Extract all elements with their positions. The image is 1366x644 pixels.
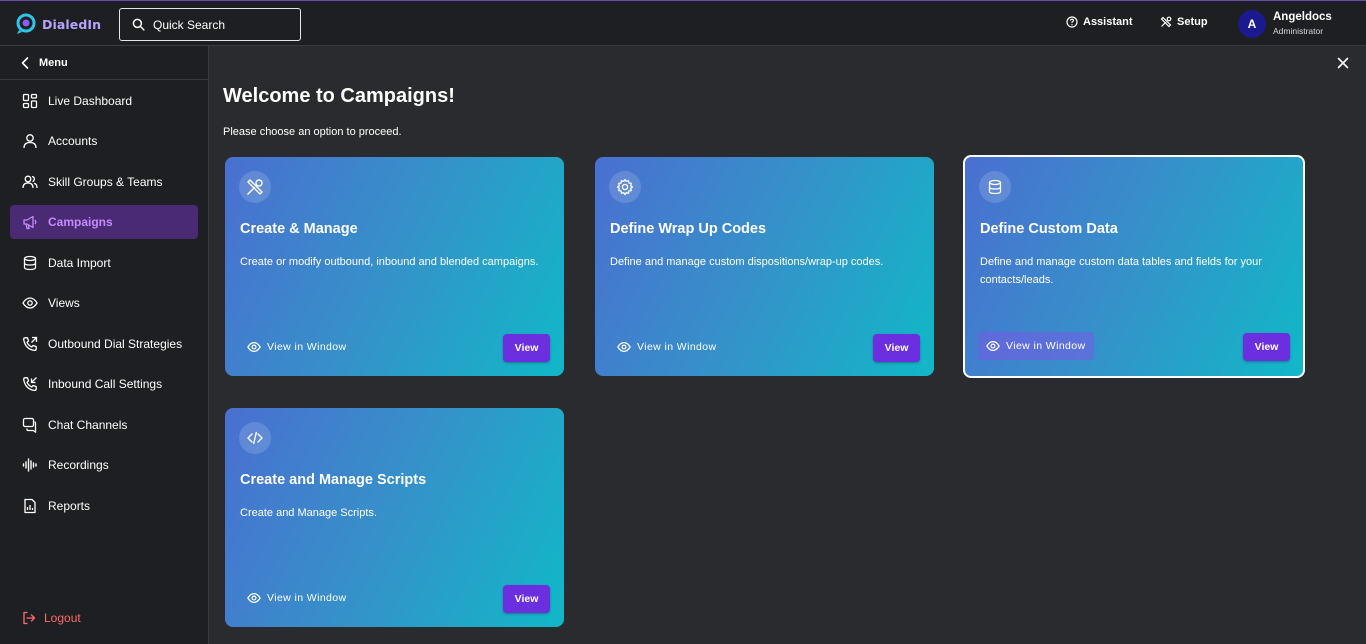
user-icon xyxy=(23,134,37,149)
card-scripts[interactable]: Create and Manage Scripts Create and Man… xyxy=(225,408,564,627)
sidebar-item-skill-groups[interactable]: Skill Groups & Teams xyxy=(10,165,198,199)
card-icon-wrap xyxy=(239,422,271,454)
card-icon-wrap xyxy=(979,171,1011,203)
view-button[interactable]: View xyxy=(1243,333,1290,361)
view-in-window-button[interactable]: View in Window xyxy=(978,332,1094,360)
sidebar-item-accounts[interactable]: Accounts xyxy=(10,124,198,158)
sidebar-item-data-import[interactable]: Data Import xyxy=(10,246,198,280)
eye-icon xyxy=(247,342,261,352)
tools-icon xyxy=(247,179,263,195)
sidebar-item-label: Chat Channels xyxy=(48,418,128,432)
eye-icon xyxy=(22,297,38,309)
card-icon-wrap xyxy=(609,171,641,203)
sidebar-item-live-dashboard[interactable]: Live Dashboard xyxy=(10,84,198,118)
avatar[interactable]: A xyxy=(1238,10,1266,38)
sidebar-item-views[interactable]: Views xyxy=(10,286,198,320)
menu-toggle[interactable]: Menu xyxy=(0,46,208,80)
view-in-window-label: View in Window xyxy=(1006,340,1086,352)
card-custom-data[interactable]: Define Custom Data Define and manage cus… xyxy=(963,155,1305,378)
search-label: Quick Search xyxy=(153,17,226,32)
view-button[interactable]: View xyxy=(873,334,920,362)
app-logo[interactable]: DialedIn xyxy=(14,11,101,37)
top-bar: DialedIn Quick Search Assistant Setup A … xyxy=(0,0,1366,46)
card-description: Create and Manage Scripts. xyxy=(240,507,377,519)
card-description: Create or modify outbound, inbound and b… xyxy=(240,256,539,268)
logout-label: Logout xyxy=(44,611,81,625)
sidebar-item-inbound-call-settings[interactable]: Inbound Call Settings xyxy=(10,367,198,401)
sidebar-item-label: Views xyxy=(48,296,80,310)
audio-waveform-icon xyxy=(22,458,37,472)
card-title: Define Custom Data xyxy=(980,221,1118,237)
assistant-label: Assistant xyxy=(1083,16,1133,28)
logout-button[interactable]: Logout xyxy=(22,611,81,625)
assistant-button[interactable]: Assistant xyxy=(1066,16,1133,28)
search-icon xyxy=(132,18,145,31)
megaphone-icon xyxy=(23,215,37,230)
page-title: Welcome to Campaigns! xyxy=(223,85,455,107)
page-subtitle: Please choose an option to proceed. xyxy=(223,126,402,138)
phone-incoming-icon xyxy=(23,377,37,392)
card-create-manage[interactable]: Create & Manage Create or modify outboun… xyxy=(225,157,564,376)
sidebar-item-label: Campaigns xyxy=(48,215,113,229)
view-in-window-label: View in Window xyxy=(267,592,347,604)
sidebar-item-label: Inbound Call Settings xyxy=(48,377,163,391)
setup-label: Setup xyxy=(1177,16,1208,28)
eye-icon xyxy=(247,593,261,603)
eye-icon xyxy=(617,342,631,352)
logo-text: DialedIn xyxy=(42,16,102,32)
card-wrap-up-codes[interactable]: Define Wrap Up Codes Define and manage c… xyxy=(595,157,934,376)
setup-button[interactable]: Setup xyxy=(1160,16,1208,28)
close-icon[interactable] xyxy=(1336,56,1350,70)
users-icon xyxy=(22,175,38,189)
card-description: Define and manage custom dispositions/wr… xyxy=(610,256,884,268)
sidebar-item-label: Skill Groups & Teams xyxy=(48,175,163,189)
logo-icon xyxy=(16,13,36,34)
menu-label: Menu xyxy=(39,56,68,69)
chevron-left-icon xyxy=(21,56,29,69)
sidebar-item-label: Accounts xyxy=(48,134,98,148)
dashboard-icon xyxy=(22,93,38,109)
sidebar-item-label: Live Dashboard xyxy=(48,94,133,108)
card-title: Create & Manage xyxy=(240,221,358,237)
tools-icon xyxy=(1160,16,1172,28)
sidebar-item-campaigns[interactable]: Campaigns xyxy=(10,205,198,239)
card-icon-wrap xyxy=(239,171,271,203)
view-in-window-button[interactable]: View in Window xyxy=(239,333,355,361)
sidebar-item-outbound-dial-strategies[interactable]: Outbound Dial Strategies xyxy=(10,327,198,361)
view-in-window-button[interactable]: View in Window xyxy=(609,333,725,361)
card-description: Define and manage custom data tables and… xyxy=(980,256,1262,286)
view-in-window-button[interactable]: View in Window xyxy=(239,584,355,612)
eye-icon xyxy=(986,341,1000,351)
view-button[interactable]: View xyxy=(503,334,550,362)
user-role: Administrator xyxy=(1273,26,1324,36)
view-button[interactable]: View xyxy=(503,585,550,613)
view-in-window-label: View in Window xyxy=(637,341,717,353)
card-title: Create and Manage Scripts xyxy=(240,472,427,488)
report-icon xyxy=(24,498,36,514)
sidebar-item-chat-channels[interactable]: Chat Channels xyxy=(10,408,198,442)
chat-icon xyxy=(22,417,37,433)
gear-icon xyxy=(616,178,634,196)
database-icon xyxy=(988,179,1002,195)
code-icon xyxy=(247,431,263,445)
view-in-window-label: View in Window xyxy=(267,341,347,353)
help-circle-icon xyxy=(1066,16,1078,28)
sidebar-item-label: Recordings xyxy=(48,458,109,472)
card-title: Define Wrap Up Codes xyxy=(610,221,767,237)
phone-outgoing-icon xyxy=(23,336,38,352)
sidebar-item-label: Data Import xyxy=(48,256,111,270)
sidebar-item-label: Reports xyxy=(48,499,91,513)
sidebar-item-recordings[interactable]: Recordings xyxy=(10,448,198,482)
quick-search[interactable]: Quick Search xyxy=(119,8,301,41)
user-name[interactable]: Angeldocs xyxy=(1273,11,1332,23)
logout-icon xyxy=(23,611,36,625)
sidebar-item-reports[interactable]: Reports xyxy=(10,489,198,523)
sidebar-item-label: Outbound Dial Strategies xyxy=(48,337,183,351)
sidebar: Menu Live Dashboard Accounts Skill Group… xyxy=(0,46,209,644)
database-icon xyxy=(23,255,37,271)
